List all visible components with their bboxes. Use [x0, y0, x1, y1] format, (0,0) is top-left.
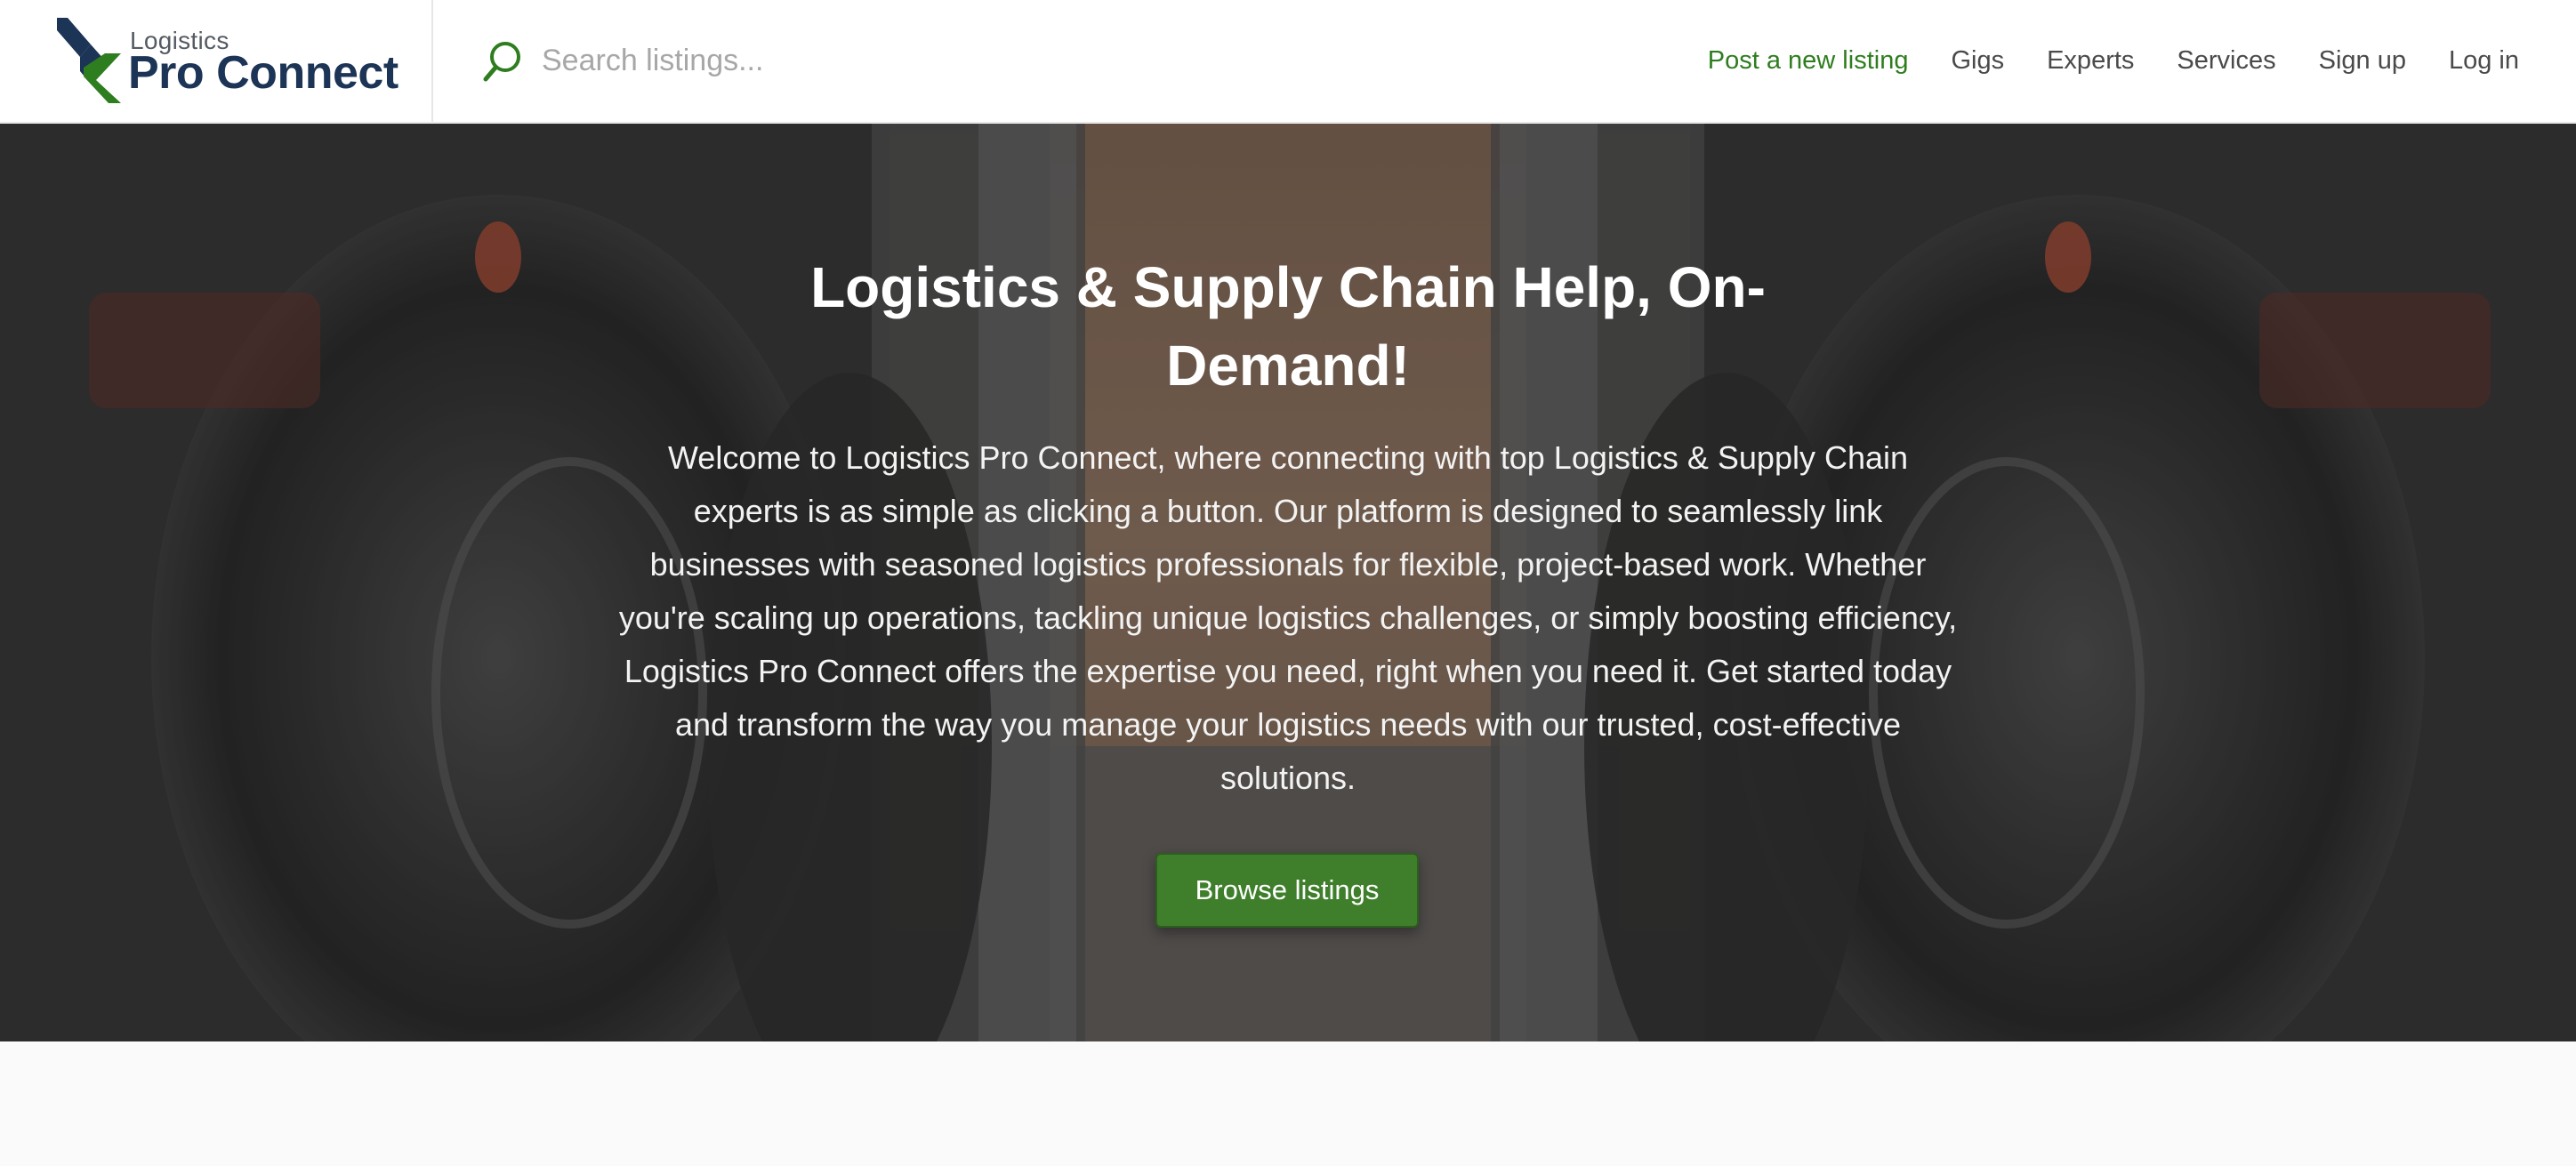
logo-big-text: Pro Connect	[128, 46, 398, 99]
nav-services-link[interactable]: Services	[2177, 46, 2275, 76]
sign-up-link[interactable]: Sign up	[2319, 46, 2406, 76]
hero-description: Welcome to Logistics Pro Connect, where …	[618, 439, 1958, 796]
top-navigation-bar: Logistics Pro Connect Post a new listing…	[0, 0, 2576, 123]
browse-listings-button[interactable]: Browse listings	[1155, 853, 1419, 928]
page-body-area	[0, 1041, 2576, 1166]
hero-section: Logistics & Supply Chain Help, On-Demand…	[0, 124, 2576, 1041]
nav-experts-link[interactable]: Experts	[2047, 46, 2134, 76]
search-icon[interactable]	[483, 40, 522, 83]
search-input[interactable]	[542, 34, 1342, 88]
logo-home-link[interactable]: Logistics Pro Connect	[0, 0, 433, 123]
search-bar	[433, 0, 1708, 123]
nav-gigs-link[interactable]: Gigs	[1951, 46, 2004, 76]
main-nav: Post a new listing Gigs Experts Services…	[1708, 0, 2576, 123]
post-listing-link[interactable]: Post a new listing	[1708, 46, 1909, 76]
hero-title: Logistics & Supply Chain Help, On-Demand…	[810, 255, 1766, 398]
logo-chevron-icon	[57, 17, 121, 103]
log-in-link[interactable]: Log in	[2449, 46, 2519, 76]
hero-content: Logistics & Supply Chain Help, On-Demand…	[0, 124, 2576, 1041]
